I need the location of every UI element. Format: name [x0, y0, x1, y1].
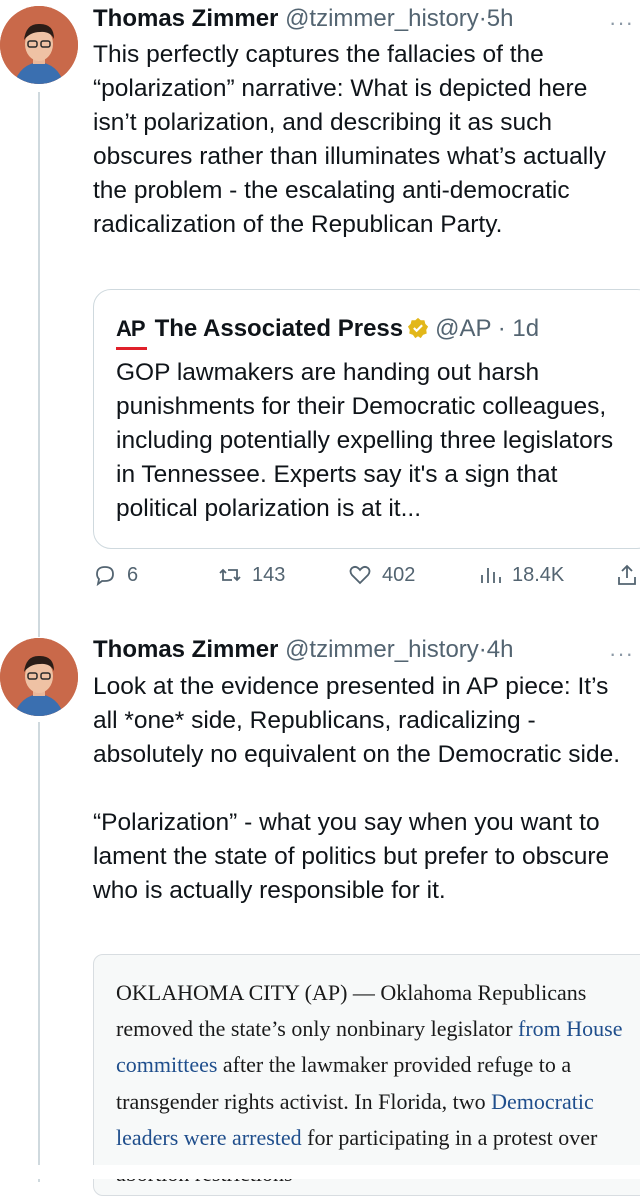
retweet-button[interactable]: 143 [218, 563, 285, 587]
views-icon [481, 568, 501, 583]
author-handle[interactable]: @tzimmer_history [285, 636, 479, 663]
article-text-part: OKLAHOMA CITY (AP) — Oklahoma Republican… [116, 980, 587, 1042]
views-button[interactable]: 18.4K [478, 563, 564, 587]
author-name[interactable]: Thomas Zimmer [93, 636, 278, 663]
quote-handle: @AP [435, 315, 492, 342]
views-count: 18.4K [512, 563, 565, 586]
quote-timestamp: 1d [512, 315, 540, 342]
reply-count: 6 [127, 563, 139, 586]
more-options-icon[interactable]: ··· [609, 10, 634, 36]
reply-icon [96, 566, 114, 587]
avatar[interactable] [0, 638, 78, 716]
author-name[interactable]: Thomas Zimmer [93, 5, 278, 32]
tweet-header: Thomas Zimmer @tzimmer_history·4h [93, 636, 514, 663]
timestamp[interactable]: 5h [487, 5, 514, 32]
article-screenshot: OKLAHOMA CITY (AP) — Oklahoma Republican… [93, 954, 640, 1196]
tweet-text: Look at the evidence presented in AP pie… [93, 673, 621, 904]
quote-header: AP The Associated Press @AP · 1d [116, 314, 540, 350]
tweet-text: This perfectly captures the fallacies of… [93, 41, 613, 238]
quote-author-name: The Associated Press [154, 315, 404, 342]
quote-tweet[interactable]: AP The Associated Press @AP · 1d GOP lawma… [93, 289, 640, 549]
retweet-count: 143 [252, 563, 286, 586]
ap-logo-icon: AP [116, 314, 147, 350]
share-button[interactable] [615, 563, 640, 587]
reply-button[interactable]: 6 [93, 563, 138, 587]
page-bottom-edge [0, 1165, 640, 1179]
timestamp[interactable]: 4h [487, 636, 514, 663]
tweet-actions: 6 143 402 18.4K [93, 563, 640, 593]
share-icon [618, 564, 636, 585]
quote-text: GOP lawmakers are handing out harsh puni… [116, 359, 614, 522]
retweet-icon [219, 568, 241, 582]
article-text: OKLAHOMA CITY (AP) — Oklahoma Republican… [116, 975, 636, 1192]
avatar[interactable] [0, 6, 78, 84]
like-count: 402 [382, 563, 416, 586]
author-handle[interactable]: @tzimmer_history [285, 5, 479, 32]
more-options-icon[interactable]: ··· [609, 641, 634, 667]
verified-badge-icon [408, 317, 429, 339]
tweet-header: Thomas Zimmer @tzimmer_history·5h [93, 5, 514, 32]
heart-icon [349, 565, 371, 585]
tweet-1[interactable]: Thomas Zimmer @tzimmer_history·5h ··· Th… [0, 0, 640, 620]
like-button[interactable]: 402 [348, 563, 415, 587]
